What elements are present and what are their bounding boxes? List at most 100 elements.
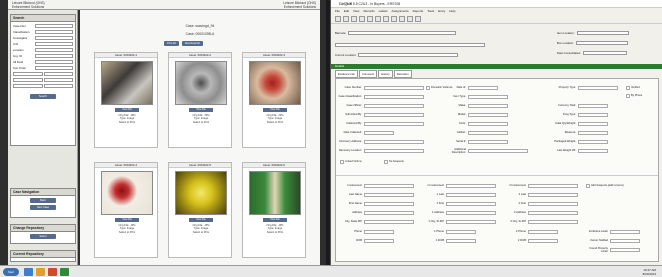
asset-thumbnail[interactable] bbox=[101, 171, 153, 215]
barcode-input[interactable] bbox=[348, 30, 457, 35]
tab-history[interactable]: History bbox=[378, 70, 393, 78]
serial-input[interactable] bbox=[468, 139, 508, 144]
app-icon[interactable] bbox=[48, 268, 57, 276]
checkbox[interactable] bbox=[426, 85, 430, 90]
additional-description-input[interactable] bbox=[468, 148, 528, 153]
recovery-location-input[interactable] bbox=[364, 148, 424, 153]
window-controls[interactable]: — ▢ ✕ bbox=[339, 1, 659, 6]
first-2-input[interactable] bbox=[528, 201, 578, 206]
back-button[interactable]: Back bbox=[30, 198, 56, 203]
checkbox[interactable] bbox=[384, 159, 388, 164]
tab-evidence-info[interactable]: Evidence Info bbox=[335, 70, 358, 78]
ie-icon[interactable] bbox=[24, 268, 33, 276]
date-to-input[interactable] bbox=[43, 71, 73, 76]
all-field-input[interactable] bbox=[35, 59, 73, 64]
last-name-input[interactable] bbox=[364, 192, 414, 197]
date-from-input[interactable] bbox=[13, 71, 43, 76]
currency-total-input[interactable] bbox=[578, 103, 608, 108]
linked-victims-check[interactable]: Linked Victims bbox=[340, 159, 362, 164]
address-input[interactable] bbox=[364, 210, 414, 215]
recovery-address-input[interactable] bbox=[364, 139, 424, 144]
range-from-input[interactable] bbox=[13, 83, 43, 88]
filevault-icon[interactable] bbox=[60, 268, 69, 276]
explorer-icon[interactable] bbox=[36, 268, 45, 276]
investigator-select[interactable] bbox=[35, 35, 73, 40]
tab-comment[interactable]: Comment bbox=[358, 70, 378, 78]
search-icon[interactable] bbox=[367, 15, 373, 22]
next-case-button[interactable]: Next Case bbox=[30, 205, 56, 210]
owner-location-input[interactable] bbox=[335, 42, 485, 47]
checkbox[interactable] bbox=[340, 159, 344, 164]
dob-input[interactable] bbox=[364, 238, 394, 243]
dob-2-input[interactable] bbox=[528, 238, 558, 243]
asset-thumbnail[interactable] bbox=[175, 171, 227, 215]
view-file-button[interactable]: View File bbox=[263, 218, 287, 222]
print-all-button[interactable]: Print All bbox=[164, 41, 179, 46]
sort-order-select[interactable] bbox=[35, 65, 73, 70]
packaged-weight-input[interactable] bbox=[578, 139, 608, 144]
location-input[interactable] bbox=[35, 47, 73, 52]
domestic-violence-check[interactable]: Domestic Violence bbox=[426, 85, 452, 90]
owner-notified-input[interactable] bbox=[610, 238, 640, 243]
checkbox[interactable] bbox=[586, 183, 590, 188]
initial-qty-input[interactable] bbox=[578, 121, 608, 126]
add-suspects-check[interactable]: Add Suspects (add to Items) bbox=[586, 183, 645, 188]
repository-select-button[interactable]: Select bbox=[30, 234, 56, 239]
unit-select[interactable] bbox=[35, 41, 73, 46]
asset-thumbnail[interactable] bbox=[101, 61, 153, 105]
phone-2-input[interactable] bbox=[528, 229, 558, 234]
found-property-letter-input[interactable] bbox=[610, 247, 640, 252]
drug-type-select[interactable] bbox=[578, 112, 608, 117]
asset-thumbnail[interactable] bbox=[175, 61, 227, 105]
search-button[interactable]: Search bbox=[30, 94, 56, 99]
view-file-button[interactable]: View File bbox=[189, 218, 213, 222]
box-location-input[interactable] bbox=[575, 40, 628, 45]
caliber-input[interactable] bbox=[468, 130, 508, 135]
address-2-input[interactable] bbox=[528, 210, 578, 215]
date-collected-input[interactable] bbox=[364, 130, 394, 135]
classification-select[interactable] bbox=[35, 29, 73, 34]
case-classification-select[interactable] bbox=[364, 94, 424, 99]
first-1-input[interactable] bbox=[446, 201, 496, 206]
save-icon[interactable] bbox=[343, 15, 349, 22]
involvement-2-select[interactable] bbox=[528, 183, 578, 188]
date-of-input[interactable] bbox=[468, 85, 498, 90]
city-2-input[interactable] bbox=[528, 219, 578, 224]
time-to-input[interactable] bbox=[43, 77, 73, 82]
phone-input[interactable] bbox=[364, 229, 394, 234]
open-icon[interactable] bbox=[335, 15, 341, 22]
view-file-button[interactable]: View File bbox=[115, 218, 139, 222]
asset-thumbnail[interactable] bbox=[249, 61, 301, 105]
forfeiture-letter-input[interactable] bbox=[610, 229, 640, 234]
barcode-icon[interactable] bbox=[383, 15, 389, 22]
property-type-select[interactable] bbox=[578, 85, 618, 90]
view-file-button[interactable]: View File bbox=[115, 108, 139, 112]
address-1-input[interactable] bbox=[446, 210, 496, 215]
color-input[interactable] bbox=[468, 121, 508, 126]
start-button[interactable]: Start bbox=[3, 268, 19, 276]
tab-retention[interactable]: Retention bbox=[393, 70, 412, 78]
view-file-button[interactable]: View File bbox=[263, 108, 287, 112]
item-type-select[interactable] bbox=[468, 94, 508, 99]
checkbox[interactable] bbox=[626, 93, 630, 98]
case-officer-select[interactable] bbox=[364, 103, 424, 108]
submitted-by-select[interactable] bbox=[364, 112, 424, 117]
model-input[interactable] bbox=[468, 112, 508, 117]
measure-select[interactable] bbox=[578, 130, 608, 135]
current-location-input[interactable] bbox=[358, 52, 459, 57]
last-weight-input[interactable] bbox=[578, 148, 608, 153]
view-file-button[interactable]: View File bbox=[189, 108, 213, 112]
involvement-select[interactable] bbox=[364, 183, 414, 188]
dob-1-input[interactable] bbox=[446, 238, 476, 243]
collected-by-select[interactable] bbox=[364, 121, 424, 126]
delete-icon[interactable] bbox=[359, 15, 365, 22]
city-1-input[interactable] bbox=[446, 219, 496, 224]
make-input[interactable] bbox=[468, 103, 508, 108]
case-filer-input[interactable] bbox=[35, 23, 73, 28]
time-from-input[interactable] bbox=[13, 77, 43, 82]
city-state-zip-input[interactable] bbox=[364, 219, 414, 224]
phone-1-input[interactable] bbox=[446, 229, 476, 234]
no-suspects-check[interactable]: No Suspects bbox=[384, 159, 404, 164]
help-icon[interactable] bbox=[415, 15, 421, 22]
img-id-input[interactable] bbox=[35, 53, 73, 58]
